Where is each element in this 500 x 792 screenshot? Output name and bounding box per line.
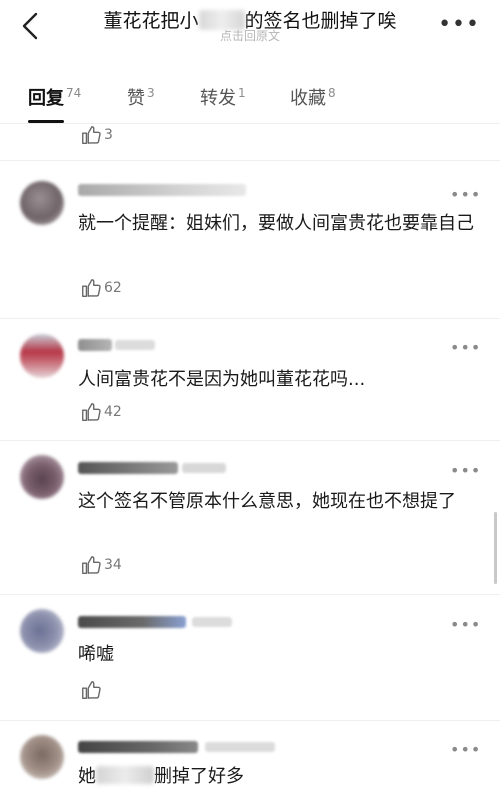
like-button[interactable]: 3 <box>80 123 113 147</box>
top-bar: 董花花把小 的签名也删掉了唉 点击回原文 ••• <box>0 0 500 62</box>
tab-likes[interactable]: 赞3 <box>127 84 155 110</box>
avatar[interactable] <box>20 609 64 653</box>
comment-more-icon[interactable]: ••• <box>450 463 481 479</box>
tab-favorites-label: 收藏 <box>290 88 326 109</box>
thumbs-up-icon <box>82 126 101 144</box>
more-options-icon[interactable]: ••• <box>438 14 480 36</box>
redacted-username[interactable] <box>78 184 246 196</box>
like-button[interactable]: 34 <box>80 553 122 577</box>
tab-likes-count: 3 <box>147 86 155 100</box>
tab-reposts-label: 转发 <box>200 88 236 109</box>
avatar[interactable] <box>20 334 64 378</box>
comment-more-icon[interactable]: ••• <box>450 617 481 633</box>
comment-text: 唏嘘 <box>78 644 114 665</box>
redacted-name <box>96 766 154 784</box>
tab-likes-label: 赞 <box>127 88 145 109</box>
tab-replies[interactable]: 回复 74 <box>28 84 81 110</box>
comment-more-icon[interactable]: ••• <box>450 340 481 356</box>
thumbs-up-icon <box>82 403 101 421</box>
redacted-username-extra <box>205 742 275 752</box>
comment-text: 这个签名不管原本什么意思，她现在也不想提了 <box>78 491 456 512</box>
view-original-link[interactable]: 点击回原文 <box>0 27 500 44</box>
tab-replies-label: 回复 <box>28 88 64 109</box>
comment-text: 人间富贵花不是因为她叫董花花吗... <box>78 369 366 390</box>
divider <box>0 720 500 721</box>
redacted-username[interactable] <box>78 616 186 628</box>
like-count: 62 <box>104 280 122 296</box>
tab-reposts-count: 1 <box>238 86 246 100</box>
tab-replies-count: 74 <box>66 86 82 100</box>
avatar[interactable] <box>20 455 64 499</box>
redacted-username-extra <box>115 340 155 350</box>
comment-text: 就一个提醒：姐妹们，要做人间富贵花也要靠自己 <box>78 213 474 234</box>
redacted-username-extra <box>192 617 232 627</box>
tab-favorites[interactable]: 收藏 8 <box>290 84 336 110</box>
redacted-username[interactable] <box>78 339 112 351</box>
comment-text-prefix: 她 <box>78 766 96 787</box>
comment-more-icon[interactable]: ••• <box>450 187 481 203</box>
like-button[interactable]: 62 <box>80 276 122 300</box>
tab-reposts[interactable]: 转发 1 <box>200 84 246 110</box>
redacted-username-extra <box>182 463 226 473</box>
like-button[interactable] <box>80 678 104 702</box>
divider <box>0 440 500 441</box>
thumbs-up-icon <box>82 681 101 699</box>
divider <box>0 160 500 161</box>
like-count: 42 <box>104 404 122 420</box>
comment-text: 她 删掉了好多 <box>78 763 478 791</box>
divider <box>0 594 500 595</box>
redacted-username[interactable] <box>78 741 198 753</box>
comment-text-suffix: 删掉了好多 <box>154 766 244 787</box>
thumbs-up-icon <box>82 556 101 574</box>
like-count: 34 <box>104 557 122 573</box>
tab-bar: 回复 74 赞3 转发 1 收藏 8 <box>0 62 500 124</box>
scrollbar[interactable] <box>494 512 497 584</box>
like-count: 3 <box>104 127 113 143</box>
active-tab-indicator <box>28 120 64 123</box>
avatar[interactable] <box>20 181 64 225</box>
comment-more-icon[interactable]: ••• <box>450 742 481 758</box>
thumbs-up-icon <box>82 279 101 297</box>
divider <box>0 318 500 319</box>
like-button[interactable]: 42 <box>80 400 122 424</box>
avatar[interactable] <box>20 735 64 779</box>
redacted-username[interactable] <box>78 462 178 474</box>
tab-favorites-count: 8 <box>328 86 336 100</box>
